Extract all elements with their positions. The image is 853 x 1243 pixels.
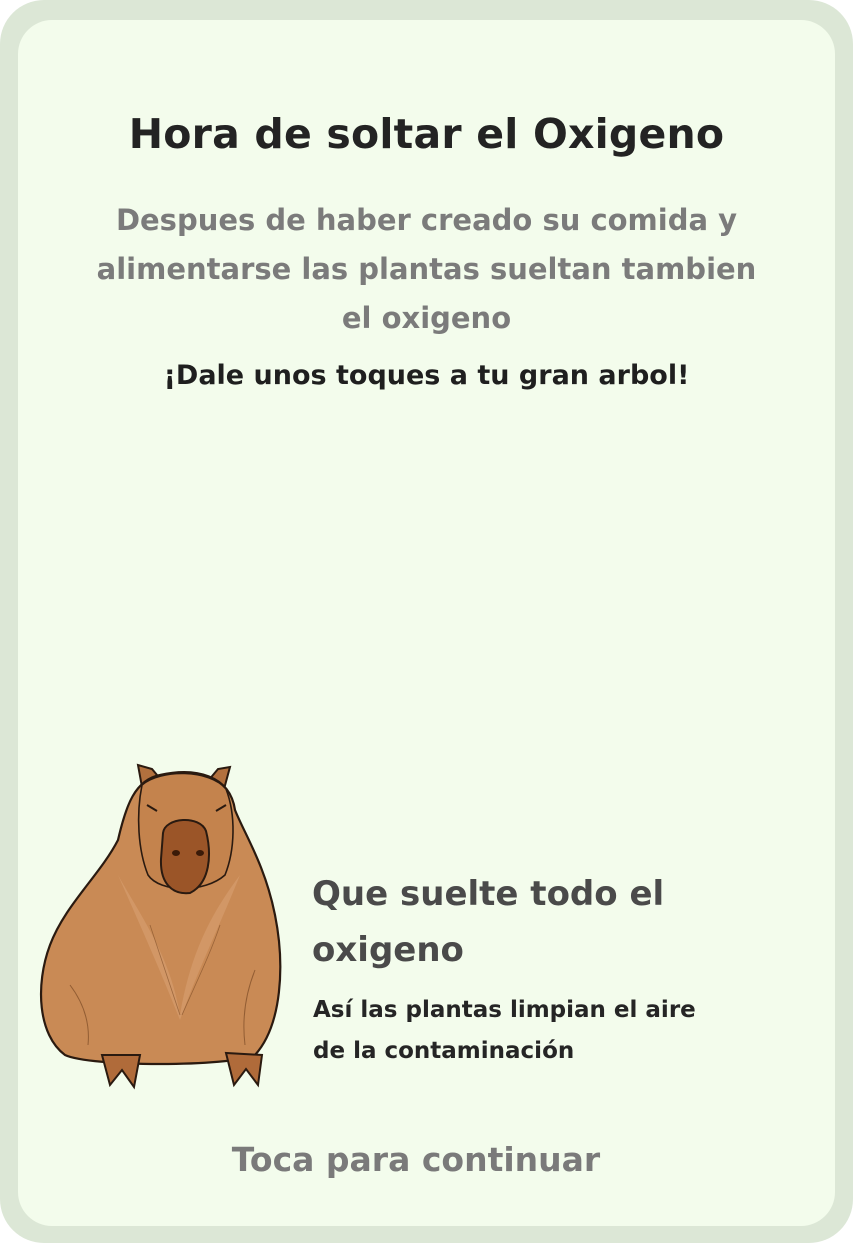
call-to-action-text: ¡Dale unos toques a tu gran arbol! [163,360,690,391]
continue-button[interactable]: Toca para continuar [0,1140,832,1179]
speech-title: Que suelte todo el oxigeno [312,874,665,970]
page-title: Hora de soltar el Oxigeno [128,110,725,158]
speech-text: Así las plantas limpian el aire de la co… [313,997,696,1064]
description-text: Despues de haber creado su comida y alim… [96,203,757,335]
capybara-icon [39,763,282,1090]
